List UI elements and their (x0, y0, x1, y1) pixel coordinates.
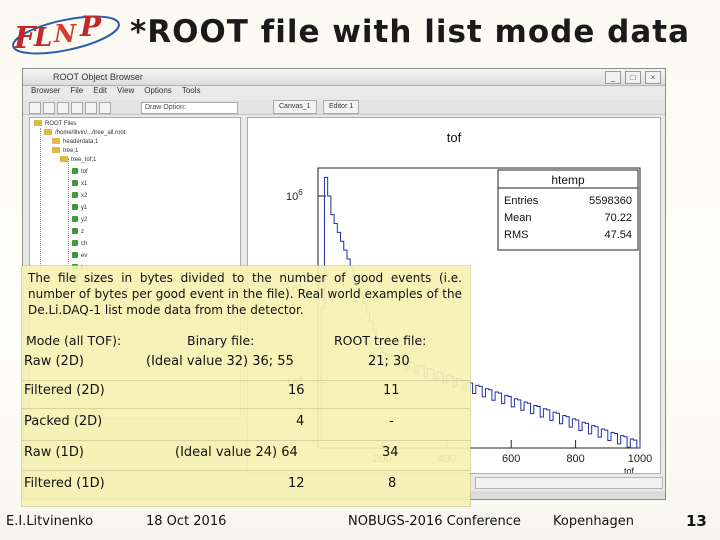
tree-item[interactable]: /home/litvin/.../tree_all.root (44, 129, 125, 137)
row-binary: 12 (288, 476, 305, 491)
x-tick-label: 800 (566, 453, 584, 465)
row-binary: (Ideal value 32) 36; 55 (146, 354, 294, 369)
horizontal-scrollbar[interactable] (475, 477, 663, 489)
toolbar-button[interactable] (57, 102, 69, 114)
tree-leaf[interactable]: x1 (72, 180, 87, 188)
tab-canvas[interactable]: Canvas_1 (273, 100, 317, 114)
stats-box-name: htemp (551, 173, 585, 187)
tree-leaf[interactable]: ch (72, 240, 87, 248)
flnp-logo: F L N P (12, 10, 120, 56)
menu-tools[interactable]: Tools (182, 86, 201, 99)
leaf-icon (72, 240, 78, 247)
overlay-paragraph: The file sizes in bytes divided to the n… (28, 271, 462, 317)
window-title: ROOT Object Browser (53, 72, 143, 82)
menu-file[interactable]: File (70, 86, 83, 99)
tree-item[interactable]: tree;1 (52, 147, 78, 155)
row-root: - (389, 414, 394, 429)
header-binary: Binary file: (187, 333, 255, 348)
tree-item[interactable]: ROOT Files (34, 120, 77, 128)
tree-leaf[interactable]: y2 (72, 216, 87, 224)
y-tick-label: 106 (286, 188, 303, 203)
leaf-icon (72, 228, 78, 235)
row-mode: Raw (1D) (24, 445, 84, 460)
header-mode: Mode (all TOF): (26, 333, 122, 348)
x-tick-label: 600 (502, 453, 520, 465)
stats-value: 70.22 (604, 212, 632, 224)
close-button[interactable]: × (645, 71, 661, 84)
menu-options[interactable]: Options (144, 86, 172, 99)
stats-label: Mean (504, 212, 532, 224)
window-titlebar[interactable]: ROOT Object Browser _ □ × (23, 69, 665, 86)
tree-leaf[interactable]: ev (72, 252, 87, 260)
row-root: 34 (382, 445, 399, 460)
leaf-icon (72, 216, 78, 223)
leaf-icon (72, 192, 78, 199)
svg-text:P: P (79, 10, 102, 43)
tree-leaf[interactable]: tof (72, 168, 88, 176)
svg-text:L: L (33, 23, 52, 53)
leaf-icon (72, 180, 78, 187)
stats-value: 47.54 (604, 229, 632, 241)
tree-leaf[interactable]: z (72, 228, 84, 236)
menu-bar: Browser File Edit View Options Tools (23, 86, 665, 99)
footer-city: Kopenhagen (553, 514, 635, 529)
footer-conference: NOBUGS-2016 Conference (348, 514, 521, 529)
tree-item[interactable]: headerdata;1 (52, 138, 98, 146)
menu-edit[interactable]: Edit (93, 86, 107, 99)
row-root: 8 (388, 476, 397, 491)
toolbar-button[interactable] (99, 102, 111, 114)
footer-author: E.I.Litvinenko (6, 514, 94, 529)
row-root: 11 (383, 383, 400, 398)
row-binary: 16 (288, 383, 305, 398)
row-mode: Filtered (1D) (24, 476, 105, 491)
x-tick-label: 1000 (628, 453, 652, 465)
tree-leaf[interactable]: x2 (72, 192, 87, 200)
toolbar-button[interactable] (43, 102, 55, 114)
row-mode: Packed (2D) (24, 414, 103, 429)
draw-option-field[interactable]: Draw Option: (141, 102, 238, 114)
footer-date: 18 Oct 2016 (146, 514, 227, 529)
folder-icon (44, 129, 52, 136)
toolbar-button[interactable] (71, 102, 83, 114)
page-number: 13 (686, 512, 707, 530)
leaf-icon (72, 252, 78, 259)
tab-editor[interactable]: Editor 1 (323, 100, 360, 114)
row-mode: Filtered (2D) (24, 383, 105, 398)
toolbar-button[interactable] (85, 102, 97, 114)
maximize-button[interactable]: □ (625, 71, 641, 84)
histogram-title: tof (447, 130, 462, 145)
row-binary: (Ideal value 24) 64 (175, 445, 298, 460)
svg-text:N: N (53, 19, 77, 48)
stats-label: Entries (504, 195, 539, 207)
row-root: 21; 30 (368, 354, 410, 369)
menu-view[interactable]: View (117, 86, 134, 99)
leaf-icon (72, 204, 78, 211)
folder-icon (52, 147, 60, 154)
stats-label: RMS (504, 229, 528, 241)
folder-icon (52, 138, 60, 145)
folder-icon (34, 120, 42, 127)
row-binary: 4 (296, 414, 305, 429)
toolbar-button[interactable] (29, 102, 41, 114)
menu-browser[interactable]: Browser (31, 86, 60, 99)
leaf-icon (72, 168, 78, 175)
slide-title: *ROOT file with list mode data (130, 14, 690, 50)
header-root: ROOT tree file: (334, 333, 427, 348)
folder-icon (60, 156, 68, 163)
x-axis-label: tof (624, 466, 635, 473)
row-mode: Raw (2D) (24, 354, 84, 369)
tree-leaf[interactable]: y1 (72, 204, 87, 212)
stats-value: 5598360 (589, 195, 632, 207)
minimize-button[interactable]: _ (605, 71, 621, 84)
tree-item[interactable]: tree_tof;1 (60, 156, 96, 164)
